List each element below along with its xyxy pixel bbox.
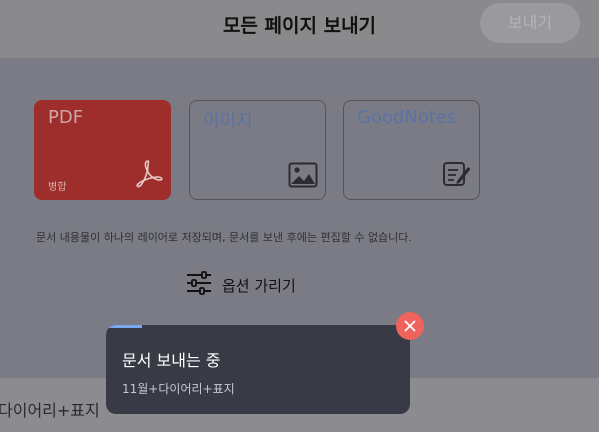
format-option-pdf[interactable]: PDF 병합 <box>34 100 171 200</box>
cancel-send-button[interactable] <box>396 312 424 340</box>
format-option-image[interactable]: 이미지 <box>189 100 326 200</box>
header: 모든 페이지 보내기 보내기 <box>0 0 599 59</box>
send-progress-bar <box>106 325 143 328</box>
sending-toast: 문서 보내는 중 11월+다이어리+표지 <box>106 325 410 414</box>
sliders-icon <box>186 271 212 299</box>
image-icon <box>288 162 318 192</box>
goodnotes-note-icon <box>442 160 472 192</box>
format-label-image: 이미지 <box>203 111 253 132</box>
toggle-options-label: 옵션 가리기 <box>222 276 296 295</box>
format-sub-merge: 병합 <box>48 182 67 193</box>
format-option-goodnotes[interactable]: GoodNotes <box>343 100 480 200</box>
send-button[interactable]: 보내기 <box>480 3 580 43</box>
close-icon <box>404 317 416 336</box>
document-name: 다이어리+표지 <box>0 401 100 420</box>
toast-title: 문서 보내는 중 <box>122 351 221 370</box>
toast-document-name: 11월+다이어리+표지 <box>122 382 235 396</box>
format-description: 문서 내용물이 하나의 레이어로 저장되며, 문서를 보낸 후에는 편집할 수 … <box>36 231 412 244</box>
pdf-icon <box>133 158 163 192</box>
format-label-goodnotes: GoodNotes <box>357 107 457 128</box>
format-label-pdf: PDF <box>48 107 84 128</box>
toggle-options-button[interactable]: 옵션 가리기 <box>186 271 296 299</box>
